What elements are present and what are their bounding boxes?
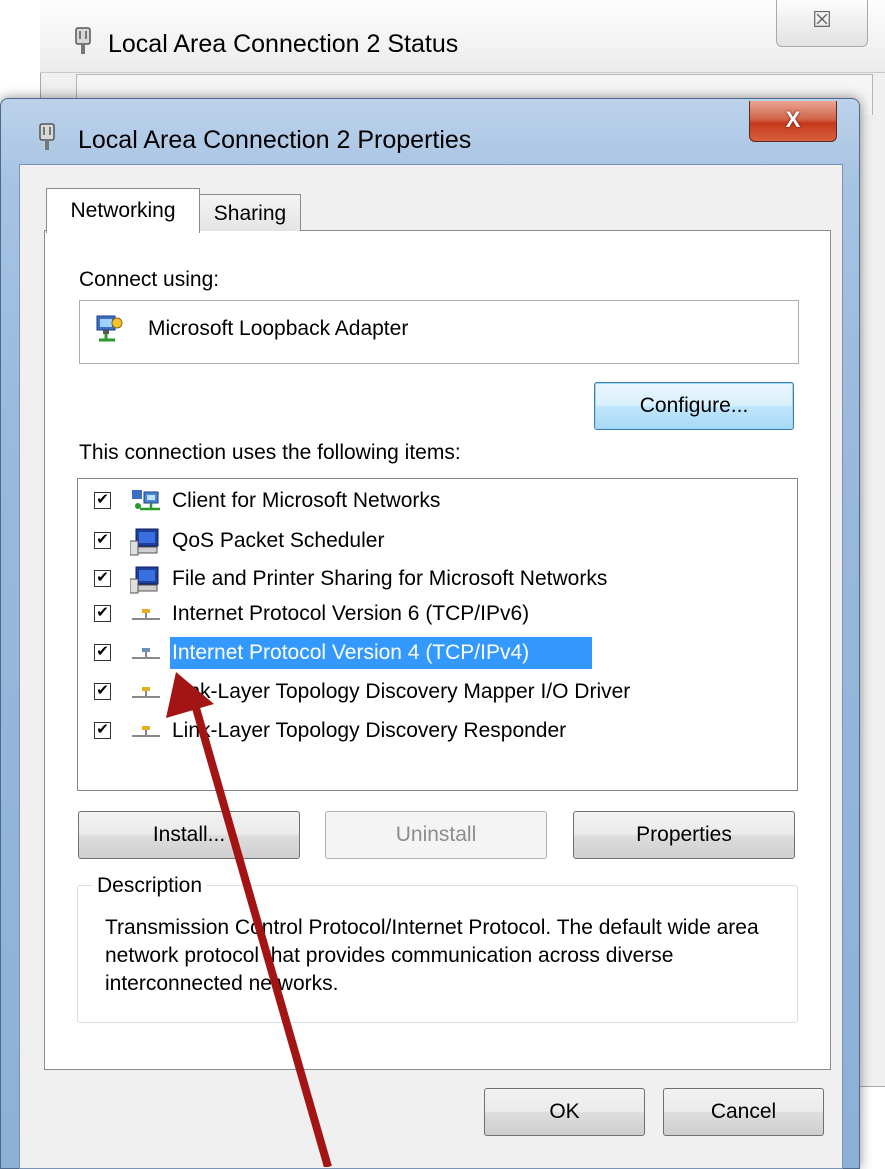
computer-service-icon: [129, 566, 162, 594]
protocol-icon: [130, 679, 162, 705]
item-label: Link-Layer Topology Discovery Mapper I/O…: [172, 680, 631, 703]
item-checkbox[interactable]: ✔: [94, 722, 111, 739]
network-client-icon: [130, 488, 162, 514]
network-plug-icon: [72, 26, 94, 61]
item-checkbox[interactable]: ✔: [94, 683, 111, 700]
computer-service-icon: [129, 528, 162, 556]
uninstall-button[interactable]: Uninstall: [325, 811, 547, 859]
status-window-title: Local Area Connection 2 Status: [108, 30, 459, 58]
item-label: QoS Packet Scheduler: [172, 529, 385, 552]
item-label: Internet Protocol Version 4 (TCP/IPv4): [172, 641, 530, 664]
tab-sharing[interactable]: Sharing: [199, 194, 301, 231]
item-label: Internet Protocol Version 6 (TCP/IPv6): [172, 602, 530, 625]
items-list-label: This connection uses the following items…: [79, 441, 461, 464]
status-close-button[interactable]: ☒: [776, 0, 868, 47]
network-adapter-icon: [93, 313, 125, 350]
item-checkbox[interactable]: ✔: [94, 605, 111, 622]
ok-button[interactable]: OK: [484, 1088, 645, 1136]
item-checkbox[interactable]: ✔: [94, 492, 111, 509]
item-label: Client for Microsoft Networks: [172, 489, 441, 512]
description-legend: Description: [92, 874, 208, 898]
install-button[interactable]: Install...: [78, 811, 300, 859]
adapter-name: Microsoft Loopback Adapter: [148, 317, 409, 340]
item-label: File and Printer Sharing for Microsoft N…: [172, 567, 608, 590]
item-properties-button[interactable]: Properties: [573, 811, 795, 859]
cancel-button[interactable]: Cancel: [663, 1088, 824, 1136]
configure-button[interactable]: Configure...: [594, 382, 794, 430]
item-checkbox[interactable]: ✔: [94, 570, 111, 587]
protocol-icon: [130, 718, 162, 744]
item-label: Link-Layer Topology Discovery Responder: [172, 719, 567, 742]
protocol-icon: [130, 601, 162, 627]
properties-dialog-title: Local Area Connection 2 Properties: [78, 126, 472, 154]
network-plug-icon: [36, 122, 58, 157]
description-text: Transmission Control Protocol/Internet P…: [105, 916, 759, 995]
tab-networking[interactable]: Networking: [46, 188, 200, 233]
connect-using-label: Connect using:: [79, 268, 220, 291]
properties-close-button[interactable]: X: [749, 101, 837, 142]
item-checkbox[interactable]: ✔: [94, 644, 111, 661]
item-checkbox[interactable]: ✔: [94, 532, 111, 549]
protocol-icon: [130, 640, 162, 666]
